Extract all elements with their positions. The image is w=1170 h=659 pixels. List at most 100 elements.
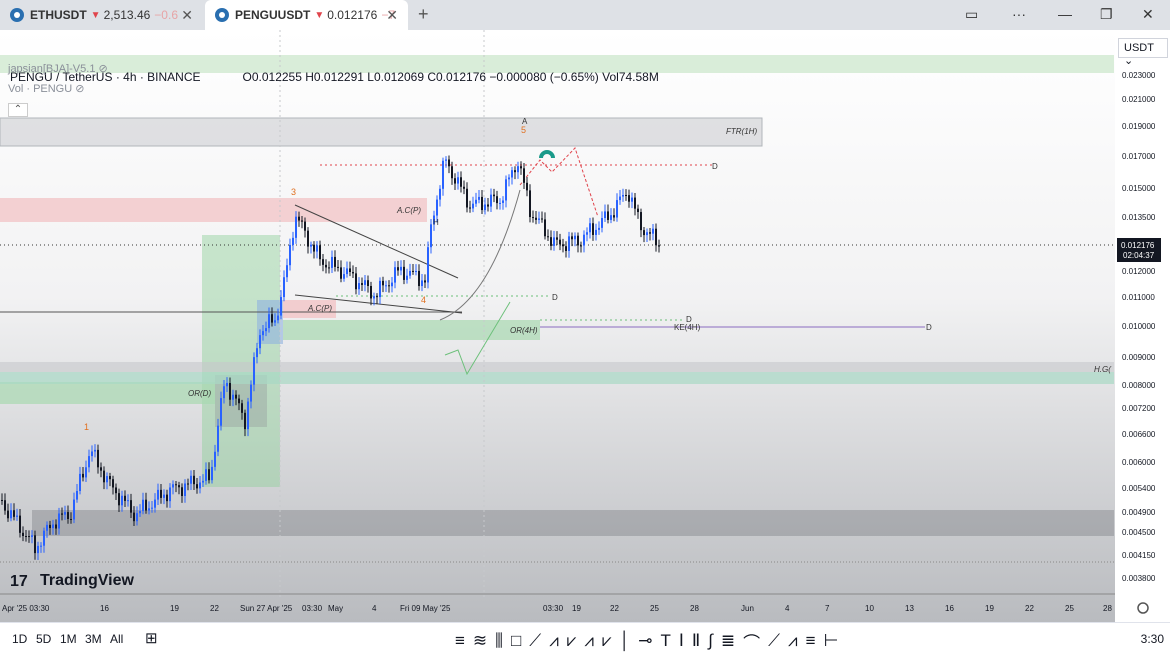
candle-body — [442, 160, 444, 189]
vertical-line-icon[interactable]: │ — [620, 631, 631, 651]
candle-body — [637, 208, 639, 213]
chart-area[interactable]: 0.023000 0.021000 0.019000 0.017000 0.015000… — [0, 30, 1170, 622]
candle-body — [301, 220, 303, 222]
wave-label: 4 — [421, 295, 426, 305]
acp-supply-zone — [0, 198, 427, 222]
horizontal-ray-icon[interactable]: ⊸ — [638, 631, 652, 651]
xabcd-pattern-icon[interactable]: ⩘ — [584, 631, 594, 651]
minimize-icon[interactable]: — — [1058, 6, 1072, 22]
candle-body — [256, 348, 258, 358]
curve-icon[interactable]: ∫ — [708, 631, 713, 651]
timeframe-1m[interactable]: 1M — [60, 632, 77, 646]
or4h-label: OR(4H) — [510, 326, 538, 335]
gann-icon[interactable]: ≣ — [721, 631, 735, 651]
indicator-label-japsian[interactable]: japsian[BJA]-V5.1 ⊘ — [8, 62, 108, 75]
collapse-chevron-icon[interactable]: ⌃ — [8, 103, 28, 117]
new-tab-icon[interactable]: + — [418, 4, 429, 25]
close-tab-icon[interactable]: ✕ — [181, 7, 193, 24]
candle-body — [91, 451, 93, 457]
timeframe-1d[interactable]: 1D — [12, 632, 27, 646]
layout-icon[interactable]: ▭ — [965, 6, 978, 23]
candle-body — [70, 519, 72, 521]
candle-body — [325, 264, 327, 268]
candle-body — [289, 244, 291, 266]
path-icon[interactable]: ⟋ — [768, 631, 780, 651]
bars-pattern-icon[interactable]: ⫼ — [495, 631, 503, 651]
parallel-channel-icon[interactable]: ≡ — [455, 631, 465, 651]
elliott-wave-icon[interactable]: ⩘ — [549, 631, 559, 651]
timeframe-5d[interactable]: 5D — [36, 632, 51, 646]
candle-body — [529, 190, 531, 218]
candle-body — [184, 483, 186, 497]
tab-symbol: ETHUSDT — [30, 8, 87, 22]
abc-pattern-icon[interactable]: ⩗ — [567, 631, 577, 651]
goto-date-icon[interactable]: ⊞ — [145, 629, 158, 647]
time-tick-label: Fri 09 May '25 — [400, 604, 451, 613]
price-tick-label: 0.009000 — [1122, 353, 1156, 362]
polyline-icon[interactable]: ⩘ — [788, 631, 798, 651]
timeframe-all[interactable]: All — [110, 632, 123, 646]
trend-line-icon[interactable]: ⟋ — [529, 631, 541, 651]
candle-body — [199, 482, 201, 489]
ohlc-values: O0.012255 H0.012291 L0.012069 C0.012176 … — [242, 70, 659, 84]
time-tick-label: 25 — [1065, 604, 1074, 613]
candle-body — [340, 267, 342, 279]
candle-body — [22, 532, 24, 537]
candle-body — [112, 479, 114, 488]
pitchfork-icon[interactable]: ⊢ — [824, 631, 839, 651]
fib-icon[interactable]: ≡ — [806, 631, 816, 651]
candle-body — [481, 196, 483, 211]
candle-body — [550, 237, 552, 246]
wave-label: A — [522, 117, 528, 126]
tab-penguusdt[interactable]: PENGUUSDT ▼ 0.012176 −7 ✕ — [205, 0, 408, 30]
price-chart[interactable]: 0.023000 0.021000 0.019000 0.017000 0.015000… — [0, 30, 1170, 622]
maximize-icon[interactable]: ❐ — [1100, 6, 1113, 23]
tab-symbol: PENGUUSDT — [235, 8, 311, 22]
candle-body — [235, 394, 237, 399]
indicator-label-volume[interactable]: Vol · PENGU ⊘ — [8, 82, 84, 95]
acp-label: A.C(P) — [396, 206, 421, 215]
candle-body — [295, 216, 297, 238]
wave-pattern-icon[interactable]: ⩗ — [602, 631, 612, 651]
regression-icon[interactable]: ≋ — [473, 631, 487, 651]
candle-body — [589, 223, 591, 233]
tab-price: 0.012176 — [327, 8, 378, 22]
candle-body — [118, 493, 120, 506]
close-window-icon[interactable]: ✕ — [1142, 6, 1154, 23]
down-arrow-icon: ▼ — [314, 9, 325, 21]
candle-body — [244, 412, 246, 430]
close-tab-icon[interactable]: ✕ — [386, 7, 398, 24]
candle-body — [247, 401, 249, 430]
date-range-icon[interactable]: Ⅱ — [692, 631, 700, 651]
candle-body — [430, 224, 432, 248]
candle-body — [37, 545, 39, 554]
ftr-zone — [0, 117, 763, 147]
time-tick-label: 13 — [905, 604, 914, 613]
candle-body — [34, 535, 36, 554]
candle-body — [649, 232, 651, 234]
arc-icon[interactable]: ⌒ — [743, 629, 760, 654]
hg-zone-green — [0, 372, 1114, 384]
candle-body — [556, 237, 558, 240]
candle-body — [220, 398, 222, 426]
time-tick-label: May — [328, 604, 343, 613]
time-tick-label: 7 — [825, 604, 830, 613]
d-label: D — [552, 293, 558, 302]
ke4h-label: KE(4H) — [674, 323, 701, 332]
price-range-icon[interactable]: Ⅰ — [679, 631, 684, 651]
timeframe-3m[interactable]: 3M — [85, 632, 102, 646]
candle-body — [601, 218, 603, 228]
rectangle-icon[interactable]: □ — [511, 631, 521, 651]
more-icon[interactable]: ··· — [1012, 6, 1026, 22]
candle-body — [154, 499, 156, 508]
candle-body — [493, 194, 495, 197]
candle-body — [484, 204, 486, 211]
candle-body — [658, 245, 660, 247]
candle-body — [187, 483, 189, 485]
text-icon[interactable]: T — [660, 631, 670, 651]
candle-body — [166, 494, 168, 502]
candle-body — [385, 285, 387, 287]
tab-ethusdt[interactable]: ETHUSDT ▼ 2,513.46 −0.6 ✕ — [0, 0, 203, 30]
currency-selector[interactable]: USDT ⌄ — [1118, 38, 1168, 67]
candle-body — [10, 510, 12, 519]
